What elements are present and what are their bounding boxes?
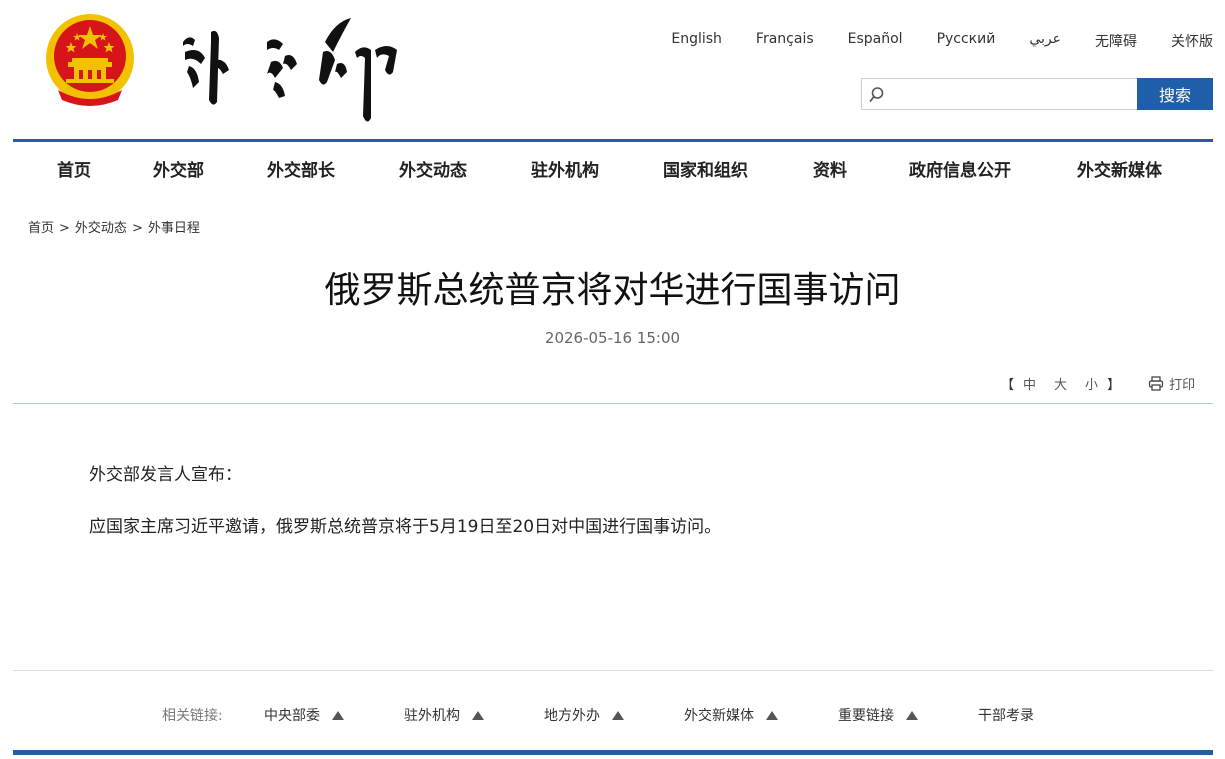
print-label: 打印 bbox=[1169, 378, 1196, 393]
related-links-bar: 相关链接: 中央部委 驻外机构 地方外办 外交新媒体 重要链接 干部考录 bbox=[0, 705, 1225, 725]
nav-item-countries-organizations[interactable]: 国家和组织 bbox=[663, 156, 748, 181]
language-bar: English Français Español Русский عربي 无障… bbox=[637, 31, 1213, 51]
lang-arabic-link[interactable]: عربي bbox=[1029, 31, 1061, 51]
font-size-medium-button[interactable]: 中 bbox=[1023, 374, 1036, 393]
related-link-missions-abroad[interactable]: 驻外机构 bbox=[404, 705, 484, 725]
article-date: 2026-05-16 15:00 bbox=[544, 329, 681, 347]
related-link-new-media[interactable]: 外交新媒体 bbox=[684, 705, 778, 725]
font-size-bracket-close: 】 bbox=[1107, 378, 1121, 393]
triangle-up-icon bbox=[906, 710, 918, 720]
related-link-label: 地方外办 bbox=[544, 708, 600, 724]
content-divider bbox=[13, 403, 1213, 404]
related-link-label: 驻外机构 bbox=[404, 708, 460, 724]
related-link-important-links[interactable]: 重要链接 bbox=[838, 705, 918, 725]
lang-spanish-link[interactable]: Español bbox=[848, 31, 903, 51]
related-link-cadre-recruitment[interactable]: 干部考录 bbox=[978, 705, 1034, 725]
article-title: 俄罗斯总统普京将对华进行国事访问 bbox=[324, 270, 901, 311]
search-box bbox=[861, 78, 1137, 110]
nav-item-home[interactable]: 首页 bbox=[57, 156, 91, 181]
search-icon bbox=[869, 87, 884, 102]
breadcrumb-home[interactable]: 首页 bbox=[28, 221, 54, 236]
site-header: English Français Español Русский عربي 无障… bbox=[0, 0, 1225, 140]
related-links-label: 相关链接: bbox=[162, 708, 223, 724]
related-link-label: 重要链接 bbox=[838, 708, 894, 724]
breadcrumb-separator: > bbox=[131, 221, 143, 236]
search-bar: 搜索 bbox=[861, 78, 1213, 110]
footer-bottom-rule bbox=[13, 750, 1213, 755]
lang-russian-link[interactable]: Русский bbox=[937, 31, 996, 51]
accessibility-link[interactable]: 无障碍 bbox=[1095, 31, 1137, 51]
lang-french-link[interactable]: Français bbox=[756, 31, 814, 51]
font-size-small-button[interactable]: 小 bbox=[1085, 374, 1098, 393]
related-link-label: 干部考录 bbox=[978, 708, 1034, 724]
ministry-calligraphy-logo[interactable] bbox=[175, 12, 405, 127]
search-input[interactable] bbox=[862, 79, 1137, 109]
nav-item-resources[interactable]: 资料 bbox=[813, 156, 847, 181]
related-link-label: 中央部委 bbox=[264, 708, 320, 724]
article-paragraph: 外交部发言人宣布： bbox=[89, 465, 242, 485]
footer-divider bbox=[13, 670, 1213, 671]
care-version-link[interactable]: 关怀版 bbox=[1171, 31, 1213, 51]
printer-icon bbox=[1148, 376, 1164, 391]
print-button[interactable]: 打印 bbox=[1148, 374, 1195, 393]
nav-item-minister[interactable]: 外交部长 bbox=[267, 156, 335, 181]
nav-item-diplomatic-news[interactable]: 外交动态 bbox=[399, 156, 467, 181]
font-size-bracket-open: 【 bbox=[1001, 378, 1015, 393]
triangle-up-icon bbox=[472, 710, 484, 720]
related-link-central-ministries[interactable]: 中央部委 bbox=[264, 705, 344, 725]
search-button[interactable]: 搜索 bbox=[1137, 78, 1213, 110]
breadcrumb-separator: > bbox=[59, 221, 70, 236]
nav-item-government-info[interactable]: 政府信息公开 bbox=[909, 156, 1011, 181]
breadcrumb-diplomatic-news[interactable]: 外交动态 bbox=[75, 221, 127, 236]
nav-item-missions-abroad[interactable]: 驻外机构 bbox=[531, 156, 599, 181]
national-emblem-icon[interactable] bbox=[44, 12, 136, 106]
related-link-label: 外交新媒体 bbox=[684, 708, 754, 724]
breadcrumb-schedule[interactable]: 外事日程 bbox=[148, 221, 200, 236]
triangle-up-icon bbox=[612, 710, 624, 720]
triangle-up-icon bbox=[766, 710, 778, 720]
related-link-local-foreign-affairs[interactable]: 地方外办 bbox=[544, 705, 624, 725]
triangle-up-icon bbox=[332, 710, 344, 720]
article-tools: 【 中 大 小 】 打印 bbox=[1001, 374, 1195, 393]
lang-english-link[interactable]: English bbox=[671, 31, 722, 51]
font-size-large-button[interactable]: 大 bbox=[1054, 374, 1067, 393]
main-nav: 首页 外交部 外交部长 外交动态 驻外机构 国家和组织 资料 政府信息公开 外交… bbox=[13, 142, 1213, 192]
nav-item-new-media[interactable]: 外交新媒体 bbox=[1077, 156, 1162, 181]
breadcrumb: 首页 > 外交动态 > 外事日程 bbox=[28, 217, 200, 236]
nav-item-ministry[interactable]: 外交部 bbox=[153, 156, 204, 181]
article-paragraph: 应国家主席习近平邀请，俄罗斯总统普京将于5月19日至20日对中国进行国事访问。 bbox=[89, 517, 722, 537]
